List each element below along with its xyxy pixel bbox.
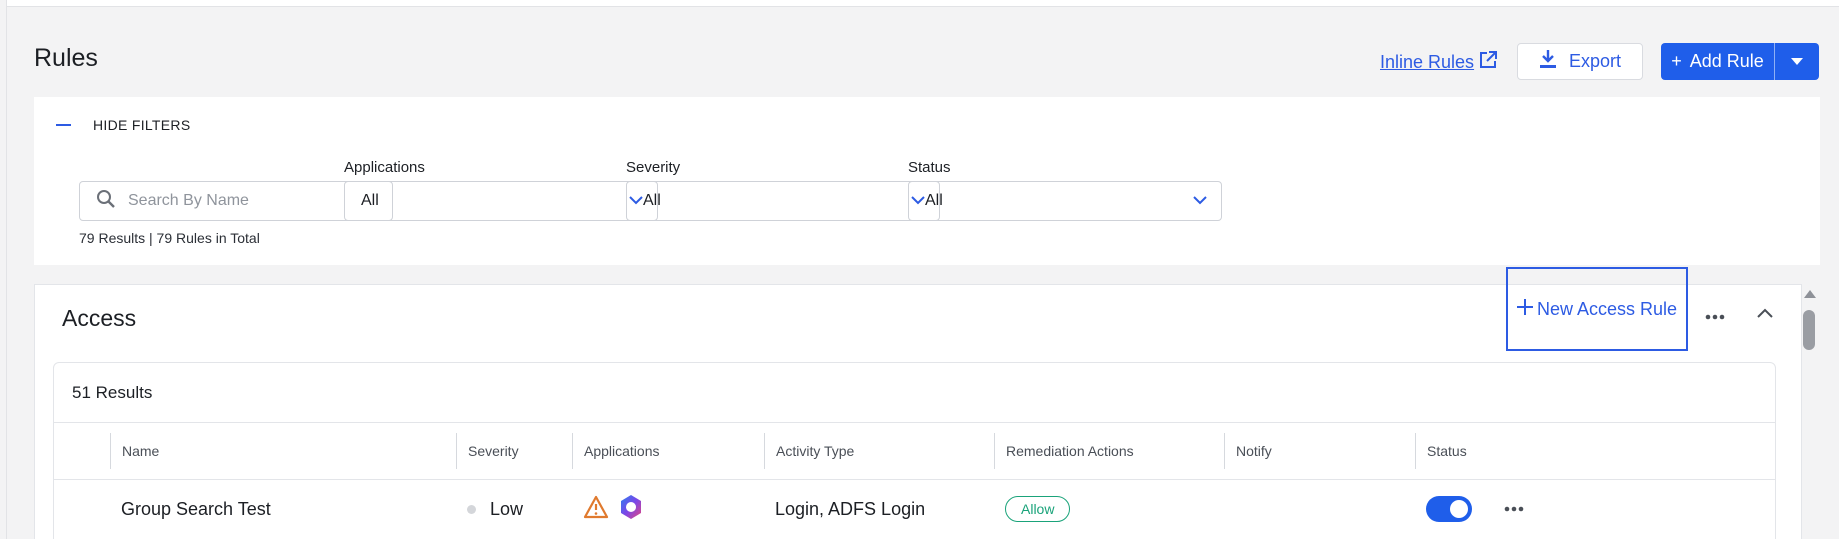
column-header-remediation-actions[interactable]: Remediation Actions: [994, 433, 1224, 469]
allow-badge: Allow: [1005, 496, 1071, 522]
hide-filters-toggle[interactable]: HIDE FILTERS: [56, 117, 190, 133]
scroll-up-arrow-icon[interactable]: [1804, 290, 1816, 298]
add-rule-split-button: + Add Rule: [1661, 43, 1819, 80]
access-rules-panel: Access New Access Rule 51 Results Name S…: [34, 267, 1802, 539]
severity-filter-select[interactable]: All: [626, 181, 940, 221]
more-options-icon[interactable]: [1705, 307, 1725, 325]
export-label: Export: [1568, 51, 1622, 71]
rules-table-card: 51 Results Name Severity Applications Ac…: [53, 362, 1776, 539]
external-link-icon: [1478, 50, 1498, 75]
severity-filter-label: Severity: [626, 159, 681, 176]
left-border: [0, 0, 7, 539]
plus-icon: [1516, 298, 1533, 320]
status-filter-select[interactable]: All: [908, 181, 1222, 221]
plus-icon: +: [1671, 51, 1682, 71]
search-input[interactable]: [128, 192, 368, 210]
add-rule-label: Add Rule: [1689, 51, 1764, 71]
chevron-down-icon: [1193, 192, 1207, 210]
vertical-scrollbar[interactable]: [1802, 290, 1818, 539]
status-filter-value: All: [925, 192, 943, 209]
applications-filter-select[interactable]: All: [344, 181, 658, 221]
results-summary: 79 Results | 79 Rules in Total: [79, 230, 260, 246]
row-more-options-icon[interactable]: [1504, 480, 1524, 538]
inline-rules-label: Inline Rules: [1380, 52, 1475, 72]
severity-label: Low: [490, 498, 524, 519]
caret-down-icon: [1791, 53, 1803, 71]
severity-dot-icon: [467, 504, 476, 514]
top-border: [0, 0, 1839, 7]
inline-rules-link[interactable]: Inline Rules: [1380, 50, 1498, 75]
table-row[interactable]: Group Search Test Low Login, ADFS Login …: [54, 480, 1775, 538]
export-button[interactable]: Export: [1517, 43, 1643, 80]
filters-panel: HIDE FILTERS 79 Results | 79 Rules in To…: [34, 97, 1820, 265]
page-title: Rules: [34, 44, 98, 72]
warning-icon: [583, 495, 609, 524]
copilot-icon: [617, 493, 645, 526]
severity-filter-value: All: [643, 192, 661, 209]
section-title: Access: [62, 305, 137, 331]
table-header: Name Severity Applications Activity Type…: [54, 422, 1775, 480]
column-header-status[interactable]: Status: [1415, 433, 1545, 469]
applications-filter-value: All: [361, 192, 379, 209]
column-header-activity-type[interactable]: Activity Type: [764, 433, 994, 469]
status-toggle[interactable]: [1426, 496, 1472, 522]
rule-severity: Low: [467, 480, 523, 538]
column-header-severity[interactable]: Severity: [456, 433, 572, 469]
add-rule-dropdown-button[interactable]: [1775, 43, 1819, 80]
collapse-chevron-up-icon[interactable]: [1757, 305, 1773, 323]
new-access-rule-button[interactable]: New Access Rule: [1506, 267, 1688, 351]
column-header-applications[interactable]: Applications: [572, 433, 764, 469]
rule-status: [1426, 480, 1472, 538]
column-header-name[interactable]: Name: [110, 433, 456, 469]
new-access-rule-label: New Access Rule: [1536, 298, 1678, 319]
rule-activity-type: Login, ADFS Login: [775, 498, 926, 519]
hide-filters-label: HIDE FILTERS: [93, 117, 191, 133]
applications-filter-label: Applications: [344, 159, 425, 176]
column-header-notify[interactable]: Notify: [1224, 433, 1415, 469]
rule-applications: [583, 480, 645, 538]
status-filter-label: Status: [908, 159, 951, 176]
add-rule-button[interactable]: + Add Rule: [1661, 43, 1775, 80]
scrollbar-thumb[interactable]: [1803, 310, 1815, 350]
rule-remediation: Allow: [1005, 480, 1071, 538]
download-icon: [1539, 49, 1557, 74]
results-count: 51 Results: [72, 383, 153, 402]
search-icon: [96, 189, 116, 214]
rule-name[interactable]: Group Search Test: [121, 480, 271, 538]
minus-icon: [56, 124, 71, 126]
